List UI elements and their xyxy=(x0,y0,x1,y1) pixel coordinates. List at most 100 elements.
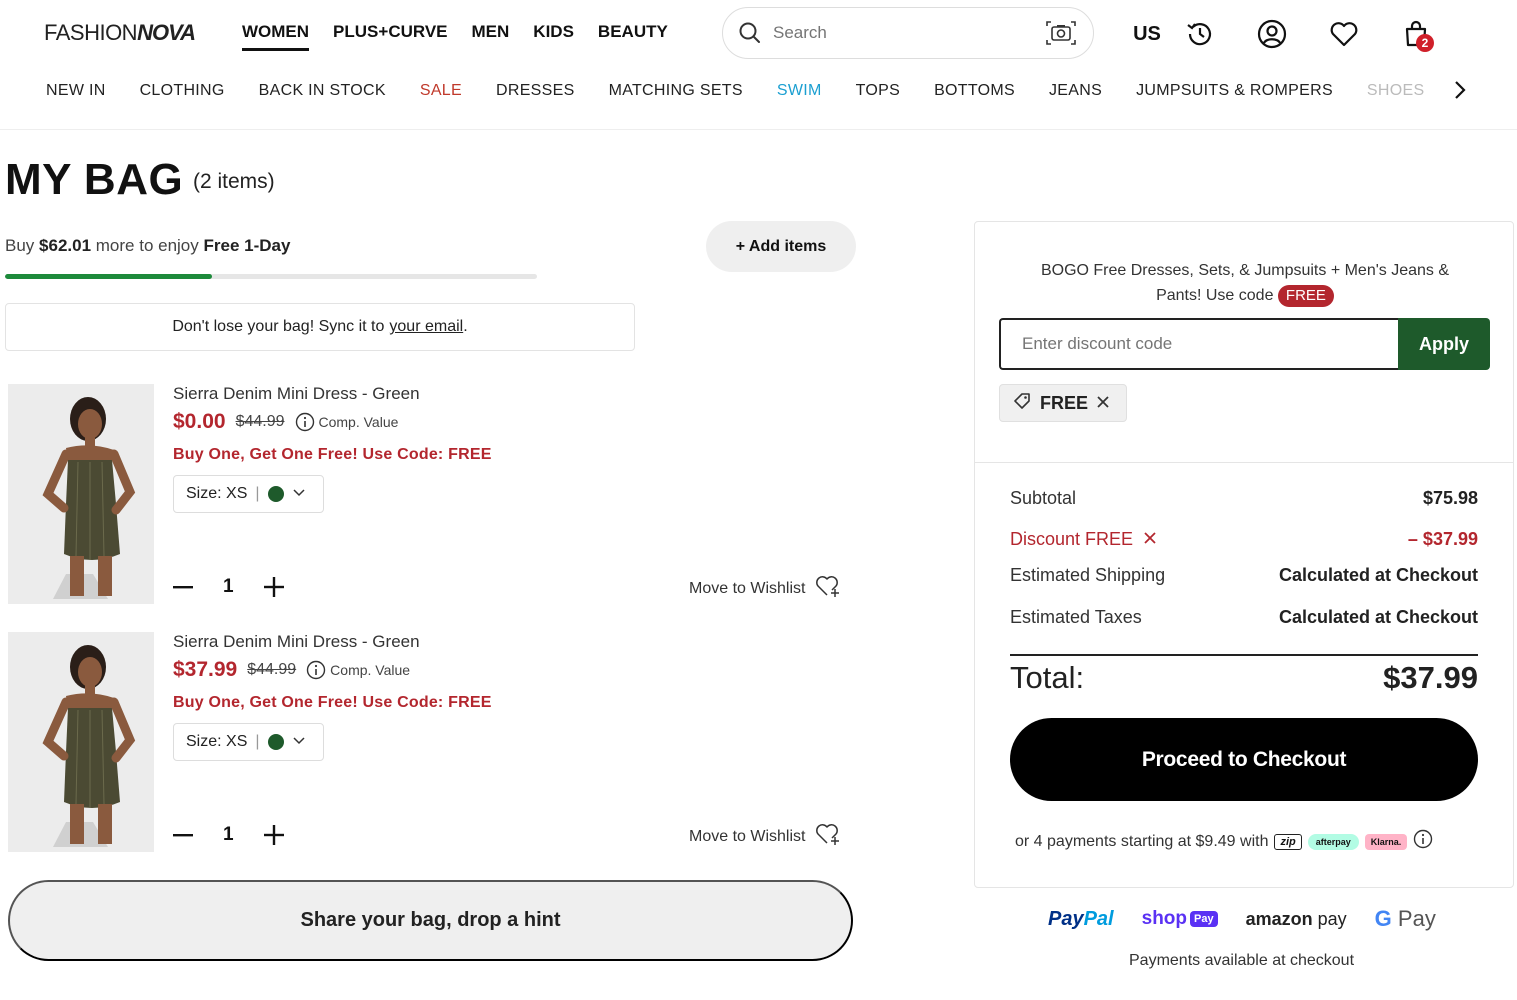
shop-pay-logo: shop Pay xyxy=(1142,908,1218,930)
fashion-nova-logo[interactable]: FASHIONNOVA xyxy=(44,20,196,46)
tag-icon xyxy=(1012,391,1032,416)
cat-shoes[interactable]: SHOES xyxy=(1367,82,1425,100)
chevron-down-icon xyxy=(292,485,306,503)
progress-fill xyxy=(5,274,213,279)
google-pay-logo: G Pay xyxy=(1374,906,1436,931)
quantity-value: 1 xyxy=(223,576,234,597)
item-count: (2 items) xyxy=(193,170,275,193)
info-icon[interactable] xyxy=(306,660,326,680)
cat-bottoms[interactable]: BOTTOMS xyxy=(934,82,1015,100)
total-divider xyxy=(1010,654,1478,656)
cat-swim[interactable]: SWIM xyxy=(777,82,822,100)
divider xyxy=(975,462,1513,463)
price-line: $37.99 $44.99 Comp. Value xyxy=(173,658,410,682)
size-label: Size: XS xyxy=(186,485,248,502)
remove-code-icon[interactable] xyxy=(1096,393,1110,414)
chevron-right-icon[interactable] xyxy=(1450,78,1470,102)
amazon-pay-logo: amazon pay xyxy=(1245,908,1347,929)
discount-row: Discount FREE – $37.99 xyxy=(1010,529,1478,550)
share-bag-button[interactable]: Share your bag, drop a hint xyxy=(8,880,853,961)
sync-email-link[interactable]: your email xyxy=(389,318,463,336)
apply-button[interactable]: Apply xyxy=(1398,318,1490,370)
nav-kids[interactable]: KIDS xyxy=(533,22,574,51)
cat-sale[interactable]: SALE xyxy=(420,82,462,100)
color-swatch xyxy=(267,734,284,750)
history-icon[interactable] xyxy=(1164,14,1236,54)
discount-code-input[interactable] xyxy=(999,318,1398,370)
size-color-selector[interactable]: Size: XS | xyxy=(173,475,324,513)
nav-women[interactable]: WOMEN xyxy=(242,22,310,51)
total-value: $37.99 xyxy=(1383,660,1478,695)
proceed-to-checkout-button[interactable]: Proceed to Checkout xyxy=(1010,718,1478,801)
account-icon[interactable] xyxy=(1236,14,1308,54)
quantity-stepper: 1 xyxy=(173,824,284,846)
applied-code: FREE xyxy=(1040,392,1089,413)
search-icon[interactable] xyxy=(737,20,763,46)
search-bar xyxy=(722,7,1094,59)
header-icons: US 2 xyxy=(1130,14,1452,54)
promo-code-pill: FREE xyxy=(1277,285,1334,307)
afterpay-logo: afterpay xyxy=(1307,833,1359,850)
size-label: Size: XS xyxy=(186,733,248,750)
page-title: MY BAG xyxy=(5,155,184,204)
sale-price: $0.00 xyxy=(173,410,226,433)
comp-value-label: Comp. Value xyxy=(330,662,411,678)
region-selector[interactable]: US xyxy=(1130,14,1164,54)
cat-clothing[interactable]: CLOTHING xyxy=(140,82,225,100)
camera-icon[interactable] xyxy=(1043,16,1079,50)
size-color-selector[interactable]: Size: XS | xyxy=(173,723,324,761)
ship-tier: Free 1-Day xyxy=(203,236,291,255)
move-to-wishlist-button[interactable]: Move to Wishlist xyxy=(689,574,841,603)
move-to-wishlist-button[interactable]: Move to Wishlist xyxy=(689,822,841,851)
decrease-quantity-button[interactable] xyxy=(173,825,193,845)
info-icon[interactable] xyxy=(1413,829,1433,854)
info-icon[interactable] xyxy=(295,412,315,432)
cat-tops[interactable]: TOPS xyxy=(856,82,900,100)
shipping-value: Calculated at Checkout xyxy=(1278,565,1478,585)
cat-jumpsuits-rompers[interactable]: JUMPSUITS & ROMPERS xyxy=(1136,82,1333,100)
shipping-progress-bar xyxy=(5,274,537,279)
payments-note: Payments available at checkout xyxy=(1129,952,1355,969)
cart-item: Sierra Denim Mini Dress - Green $0.00 $4… xyxy=(8,384,858,604)
nav-plus-curve[interactable]: PLUS+CURVE xyxy=(333,22,447,51)
free-shipping-message: Buy $62.01 more to enjoy Free 1-Day xyxy=(5,236,291,255)
heart-icon[interactable] xyxy=(1308,14,1380,54)
original-price: $44.99 xyxy=(235,413,285,430)
order-summary: BOGO Free Dresses, Sets, & Jumpsuits + M… xyxy=(974,221,1514,888)
bag-icon[interactable]: 2 xyxy=(1380,14,1452,54)
chevron-down-icon xyxy=(292,733,306,751)
cat-jeans[interactable]: JEANS xyxy=(1049,82,1102,100)
remove-discount-icon[interactable] xyxy=(1143,529,1157,550)
product-name[interactable]: Sierra Denim Mini Dress - Green xyxy=(173,632,420,652)
product-image[interactable] xyxy=(8,384,154,604)
cat-back-in-stock[interactable]: BACK IN STOCK xyxy=(259,82,386,100)
nav-men[interactable]: MEN xyxy=(472,22,510,51)
paypal-logo: PayPal xyxy=(1048,907,1114,930)
search-input[interactable] xyxy=(773,23,1043,43)
installments-message: or 4 payments starting at $9.49 with zip… xyxy=(1015,829,1433,854)
site-header: FASHIONNOVA WOMEN PLUS+CURVE MEN KIDS BE… xyxy=(0,0,1517,130)
discount-form: Apply xyxy=(999,318,1490,370)
cart-count-badge: 2 xyxy=(1416,34,1434,52)
discount-value: – $37.99 xyxy=(1407,529,1478,549)
cat-new-in[interactable]: NEW IN xyxy=(46,82,106,100)
increase-quantity-button[interactable] xyxy=(263,577,284,597)
cat-dresses[interactable]: DRESSES xyxy=(496,82,575,100)
product-image[interactable] xyxy=(8,632,154,852)
increase-quantity-button[interactable] xyxy=(263,825,284,845)
product-name[interactable]: Sierra Denim Mini Dress - Green xyxy=(173,384,420,404)
heart-plus-icon xyxy=(815,822,841,851)
decrease-quantity-button[interactable] xyxy=(173,577,193,597)
comp-value-label: Comp. Value xyxy=(318,414,399,430)
quantity-stepper: 1 xyxy=(173,576,284,598)
add-items-button[interactable]: + Add items xyxy=(706,221,856,272)
promo-text: Buy One, Get One Free! Use Code: FREE xyxy=(173,694,492,711)
cat-matching-sets[interactable]: MATCHING SETS xyxy=(609,82,743,100)
price-line: $0.00 $44.99 Comp. Value xyxy=(173,410,398,434)
original-price: $44.99 xyxy=(247,661,297,678)
nav-beauty[interactable]: BEAUTY xyxy=(598,22,668,51)
ship-amount: $62.01 xyxy=(39,236,92,255)
total-row: Total: $37.99 xyxy=(1010,660,1478,695)
color-swatch xyxy=(267,486,284,502)
applied-code-chip: FREE xyxy=(999,384,1127,422)
